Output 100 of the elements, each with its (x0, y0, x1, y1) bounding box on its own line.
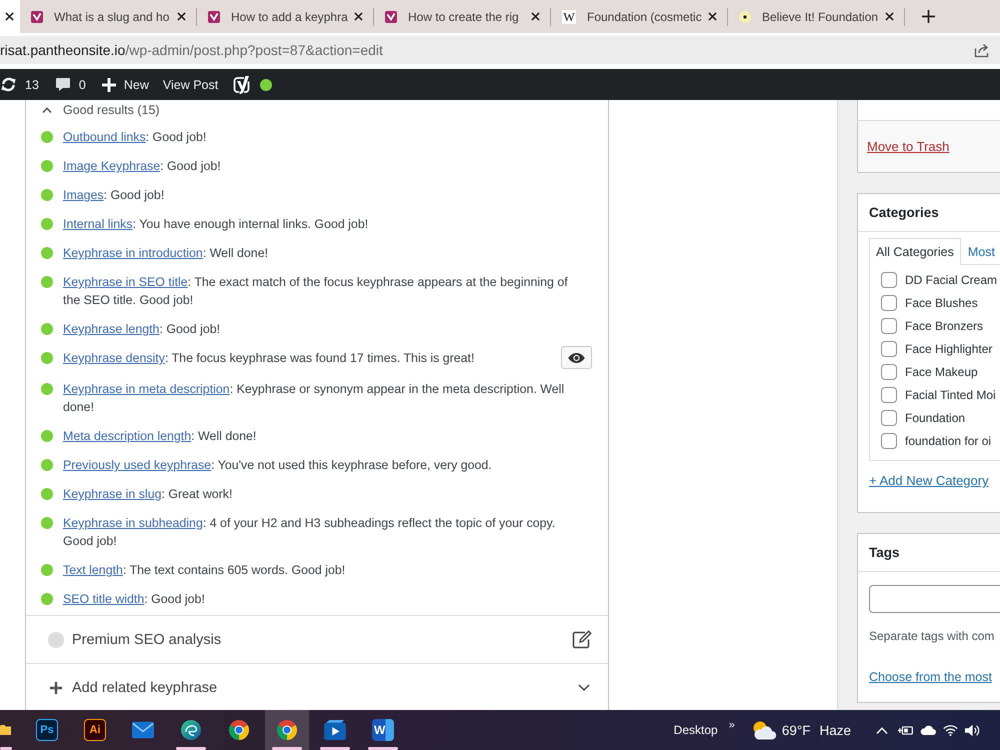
new-tab-icon[interactable] (922, 10, 935, 23)
speaker-icon[interactable] (965, 724, 980, 736)
result-link[interactable]: Keyphrase in meta description (63, 382, 230, 396)
toolbar-overflow-button[interactable]: » (728, 720, 735, 730)
checkbox[interactable] (881, 410, 897, 426)
category-label[interactable]: Foundation (905, 410, 966, 424)
highlight-button[interactable] (561, 346, 592, 369)
view-post-link[interactable]: View Post (162, 78, 218, 92)
close-icon[interactable] (5, 12, 14, 21)
result-text: Text length: The text contains 605 words. Good job! (63, 562, 346, 579)
browser-tab[interactable]: W Foundation (cosmetic (551, 0, 728, 33)
browser-tab[interactable]: What is a slug and ho (20, 0, 197, 33)
section-heading[interactable]: Good results (15) (63, 103, 160, 117)
category-label[interactable]: Face Makeup (905, 364, 978, 378)
chevron-down-icon[interactable] (578, 684, 590, 691)
choose-tags-link[interactable]: Choose from the most (869, 670, 992, 684)
category-label[interactable]: foundation for oi (905, 434, 992, 448)
result-link[interactable]: Keyphrase density (63, 351, 165, 365)
favicon-icon (208, 10, 220, 22)
result-link[interactable]: SEO title width (63, 592, 144, 606)
checkbox[interactable] (881, 386, 897, 402)
favicon-icon (385, 10, 397, 22)
result-link[interactable]: Previously used keyphrase (63, 458, 212, 472)
result-link[interactable]: Outbound links (63, 130, 146, 144)
envelope-icon (132, 720, 154, 740)
category-label[interactable]: Face Blushes (905, 296, 978, 310)
status-dot-icon (48, 632, 64, 648)
category-label[interactable]: Face Highlighter (905, 342, 992, 356)
checkbox[interactable] (881, 272, 897, 288)
tricolor-circle-icon (276, 720, 298, 740)
status-dot-icon (41, 218, 53, 230)
updates-link[interactable]: 13 (0, 76, 39, 93)
category-label[interactable]: Facial Tinted Moi (905, 388, 996, 402)
result-link[interactable]: Meta description length (63, 429, 192, 443)
comments-link[interactable]: 0 (54, 77, 86, 92)
status-dot-icon (41, 352, 53, 364)
edit-icon[interactable] (572, 630, 592, 649)
app-logo: W (372, 719, 394, 741)
result-link[interactable]: Keyphrase length (63, 322, 160, 336)
taskbar-app-button[interactable]: Ps (25, 710, 69, 750)
category-label[interactable]: DD Facial Cream (905, 272, 998, 286)
result-link[interactable]: Keyphrase in slug (63, 487, 162, 501)
wifi-icon[interactable] (943, 724, 958, 736)
status-dot-icon (41, 247, 53, 259)
address-bar[interactable]: risat.pantheonsite.io/wp-admin/post.php?post=87&action=edit (0, 36, 1000, 64)
taskbar-app-button[interactable]: W (361, 710, 405, 750)
battery-icon[interactable] (898, 724, 913, 736)
app-logo: Ps (36, 719, 58, 741)
new-content-link[interactable]: New (102, 78, 149, 92)
share-icon[interactable] (974, 42, 990, 58)
cloud-icon[interactable] (920, 725, 936, 735)
result-link[interactable]: Text length (63, 563, 123, 577)
weather-condition-text[interactable]: Haze (819, 722, 851, 738)
result-text: Image Keyphrase: Good job! (63, 158, 221, 175)
taskbar-app-button[interactable] (265, 710, 309, 750)
section-title[interactable]: Premium SEO analysis (72, 632, 222, 648)
close-icon[interactable] (708, 12, 717, 21)
status-dot-icon (41, 517, 53, 529)
move-to-trash-link[interactable]: Move to Trash (867, 139, 950, 154)
browser-tab[interactable] (0, 0, 20, 33)
result-link[interactable]: Keyphrase in SEO title (63, 275, 188, 289)
result-link[interactable]: Keyphrase in subheading (63, 516, 203, 530)
result-link[interactable]: Images (63, 188, 104, 202)
category-tab[interactable]: Most (960, 238, 1000, 264)
browser-tab[interactable]: How to add a keyphra (197, 0, 374, 33)
seo-menu-link[interactable] (233, 75, 272, 94)
checkbox[interactable] (881, 432, 897, 448)
temperature-text[interactable]: 69°F (782, 722, 810, 738)
taskbar-app-button[interactable]: Ai (73, 710, 117, 750)
status-dot-icon (41, 189, 53, 201)
close-icon[interactable] (885, 12, 894, 21)
chevron-icon[interactable] (42, 107, 52, 113)
result-link[interactable]: Internal links (63, 217, 133, 231)
category-label[interactable]: Face Bronzers (905, 318, 984, 332)
checkbox[interactable] (881, 318, 897, 334)
add-new-category-link[interactable]: + Add New Category (869, 473, 989, 488)
browser-tab[interactable]: How to create the rig (374, 0, 551, 33)
close-icon[interactable] (177, 12, 186, 21)
refresh-icon (0, 76, 17, 93)
result-link[interactable]: Image Keyphrase (63, 159, 160, 173)
close-icon[interactable] (531, 12, 540, 21)
close-icon[interactable] (354, 12, 363, 21)
result-text: Images: Good job! (63, 187, 164, 204)
status-dot-icon (41, 276, 53, 288)
section-title[interactable]: Add related keyphrase (72, 680, 218, 696)
result-text: Keyphrase in SEO title: The exact match of the focus keyphrase appears at the beginning of the SEO title. Good job! (63, 274, 569, 309)
sun-cloud-icon[interactable] (750, 720, 777, 740)
checkbox[interactable] (881, 294, 897, 310)
status-dot-icon (41, 564, 53, 576)
browser-tab[interactable]: Believe It! Foundation (728, 0, 905, 33)
status-dot-icon (41, 459, 53, 471)
category-tab[interactable]: All Categories (869, 238, 961, 265)
checkbox[interactable] (881, 364, 897, 380)
status-dot-icon (41, 488, 53, 500)
eye-icon (568, 352, 585, 362)
result-link[interactable]: Keyphrase in introduction (63, 246, 203, 260)
checkbox[interactable] (881, 340, 897, 356)
desktop-toolbar-button[interactable]: Desktop (674, 723, 718, 737)
tag-input-field[interactable] (869, 585, 1000, 613)
chevron-up-icon[interactable] (876, 726, 888, 734)
